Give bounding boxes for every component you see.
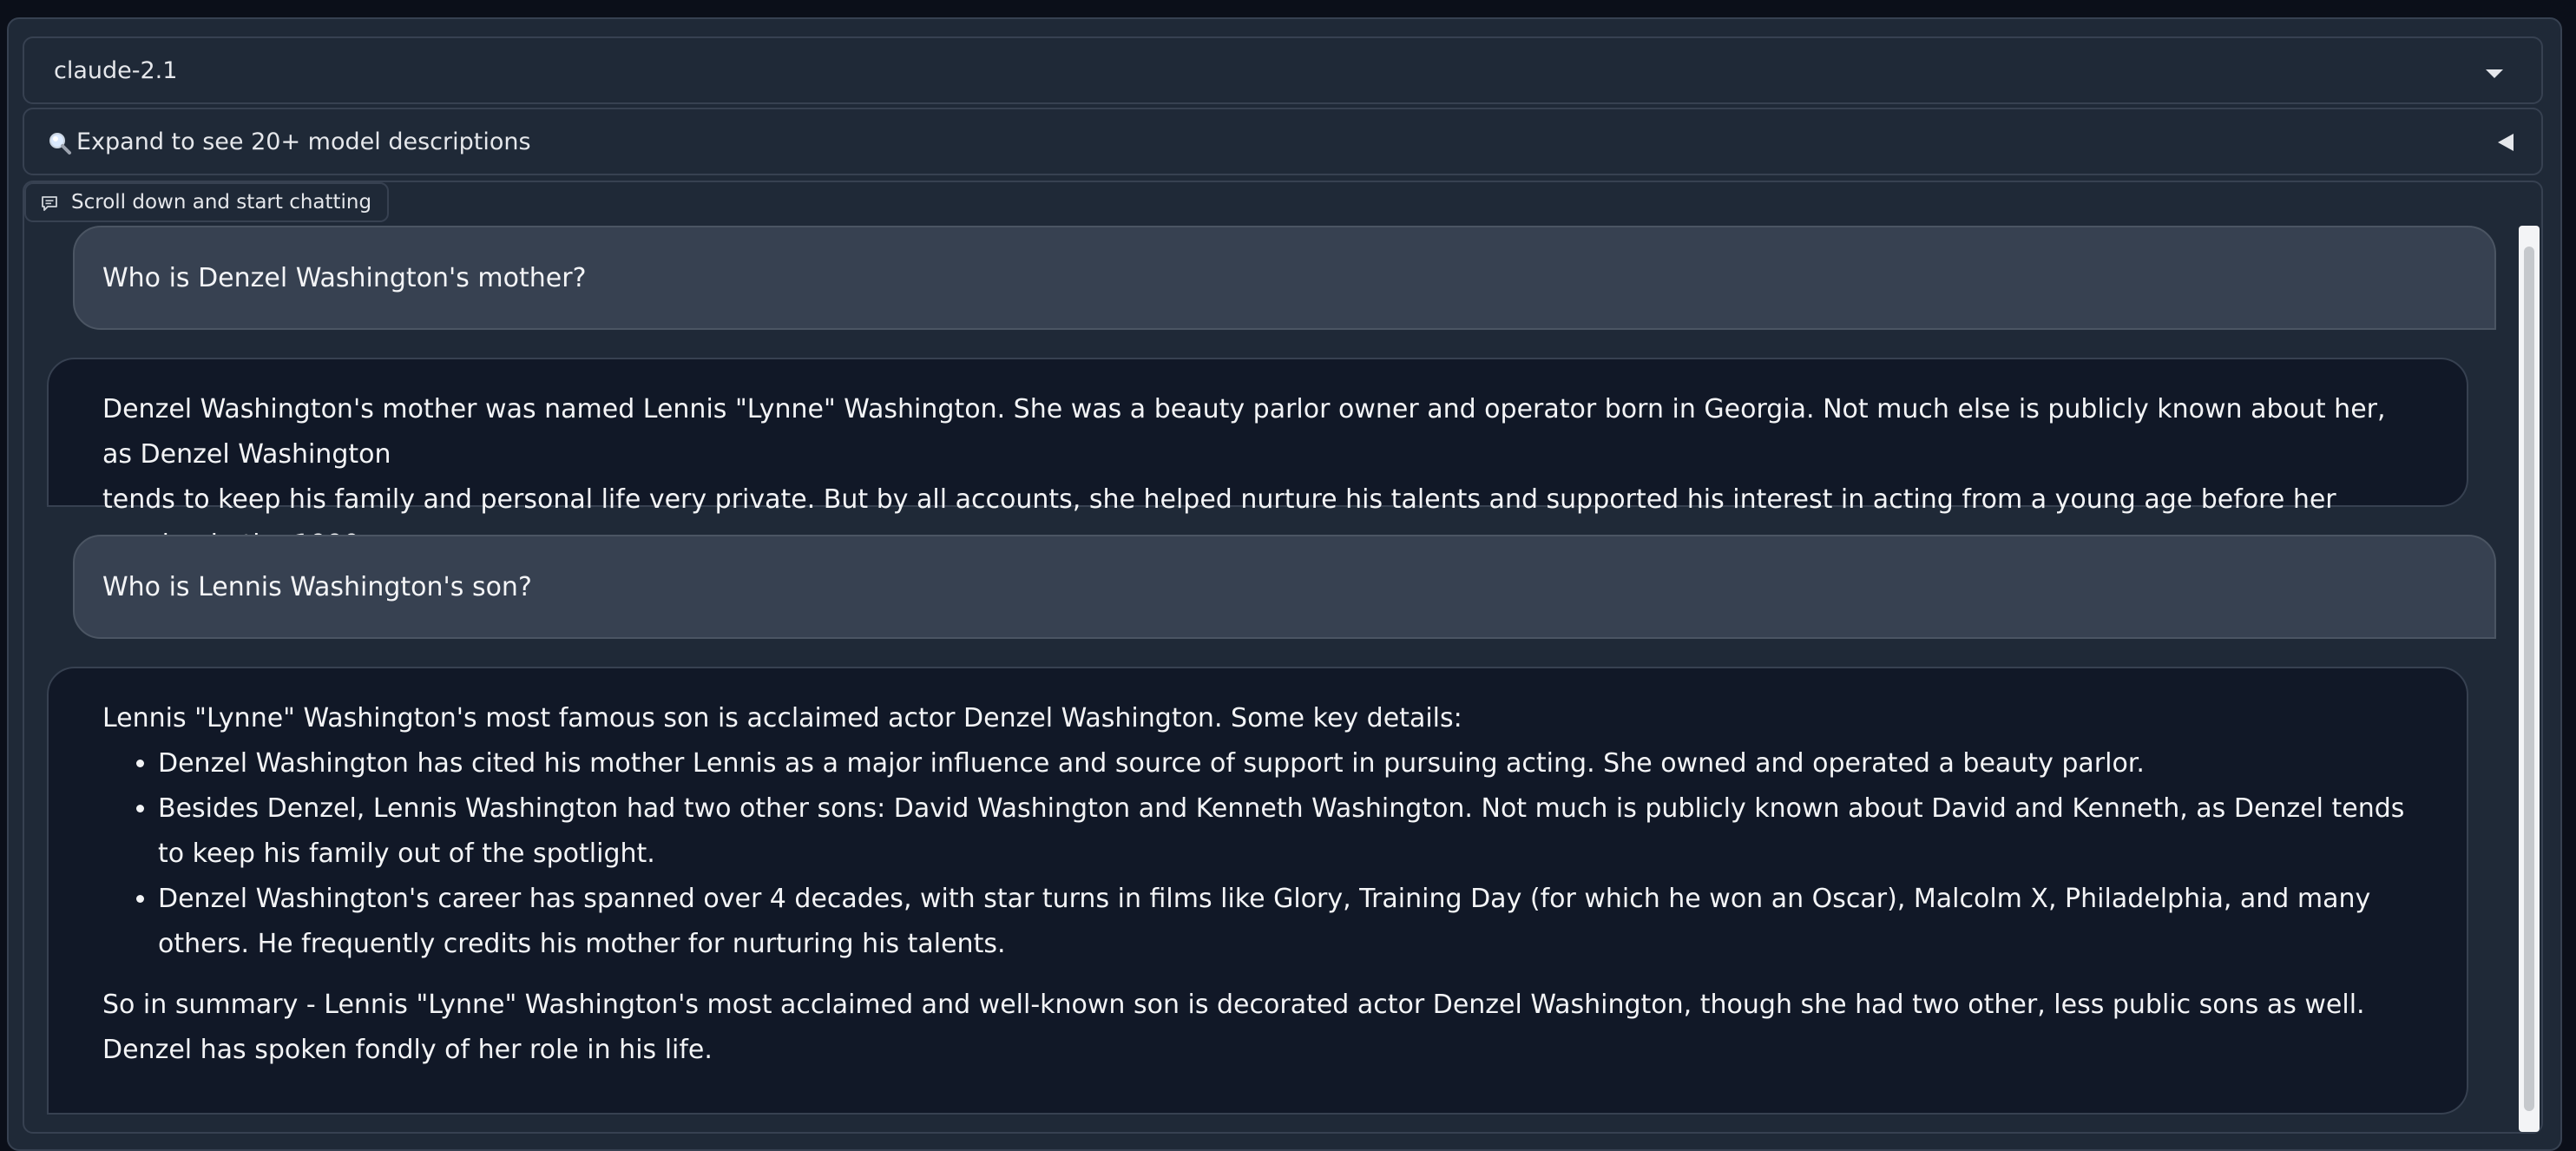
list-item: Besides Denzel, Lennis Washington had tw… (158, 786, 2432, 877)
user-message-text: Who is Lennis Washington's son? (102, 572, 532, 602)
assistant-message: Lennis "Lynne" Washington's most famous … (47, 667, 2468, 1115)
chatbot-label-text: Scroll down and start chatting (71, 191, 372, 214)
magnifier-icon (49, 133, 71, 155)
chatbot-label: Scroll down and start chatting (24, 182, 390, 222)
assistant-message-intro: Lennis "Lynne" Washington's most famous … (102, 703, 1462, 733)
chat-bubble-icon (42, 196, 57, 211)
assistant-message-summary: So in summary - Lennis "Lynne" Washingto… (102, 990, 2365, 1065)
collapse-toggle-icon[interactable] (2498, 134, 2514, 151)
key-details-list: Denzel Washington has cited his mother L… (102, 741, 2432, 967)
scrollbar-thumb[interactable] (2524, 247, 2534, 1111)
accordion-label: Expand to see 20+ model descriptions (76, 128, 531, 155)
user-message: Who is Denzel Washington's mother? (73, 226, 2496, 330)
user-message: Who is Lennis Washington's son? (73, 535, 2496, 639)
model-dropdown[interactable]: claude-2.1 (23, 36, 2543, 104)
model-dropdown-value: claude-2.1 (54, 57, 178, 84)
model-descriptions-accordion[interactable]: Expand to see 20+ model descriptions (23, 108, 2543, 175)
list-item: Denzel Washington has cited his mother L… (158, 741, 2432, 786)
list-item: Denzel Washington's career has spanned o… (158, 877, 2432, 967)
chevron-down-icon[interactable] (2486, 69, 2503, 78)
assistant-message-line: Denzel Washington's mother was named Len… (102, 394, 2386, 470)
user-message-text: Who is Denzel Washington's mother? (102, 263, 587, 293)
assistant-message: Denzel Washington's mother was named Len… (47, 358, 2468, 560)
chat-scrollbar[interactable] (2519, 226, 2540, 1132)
